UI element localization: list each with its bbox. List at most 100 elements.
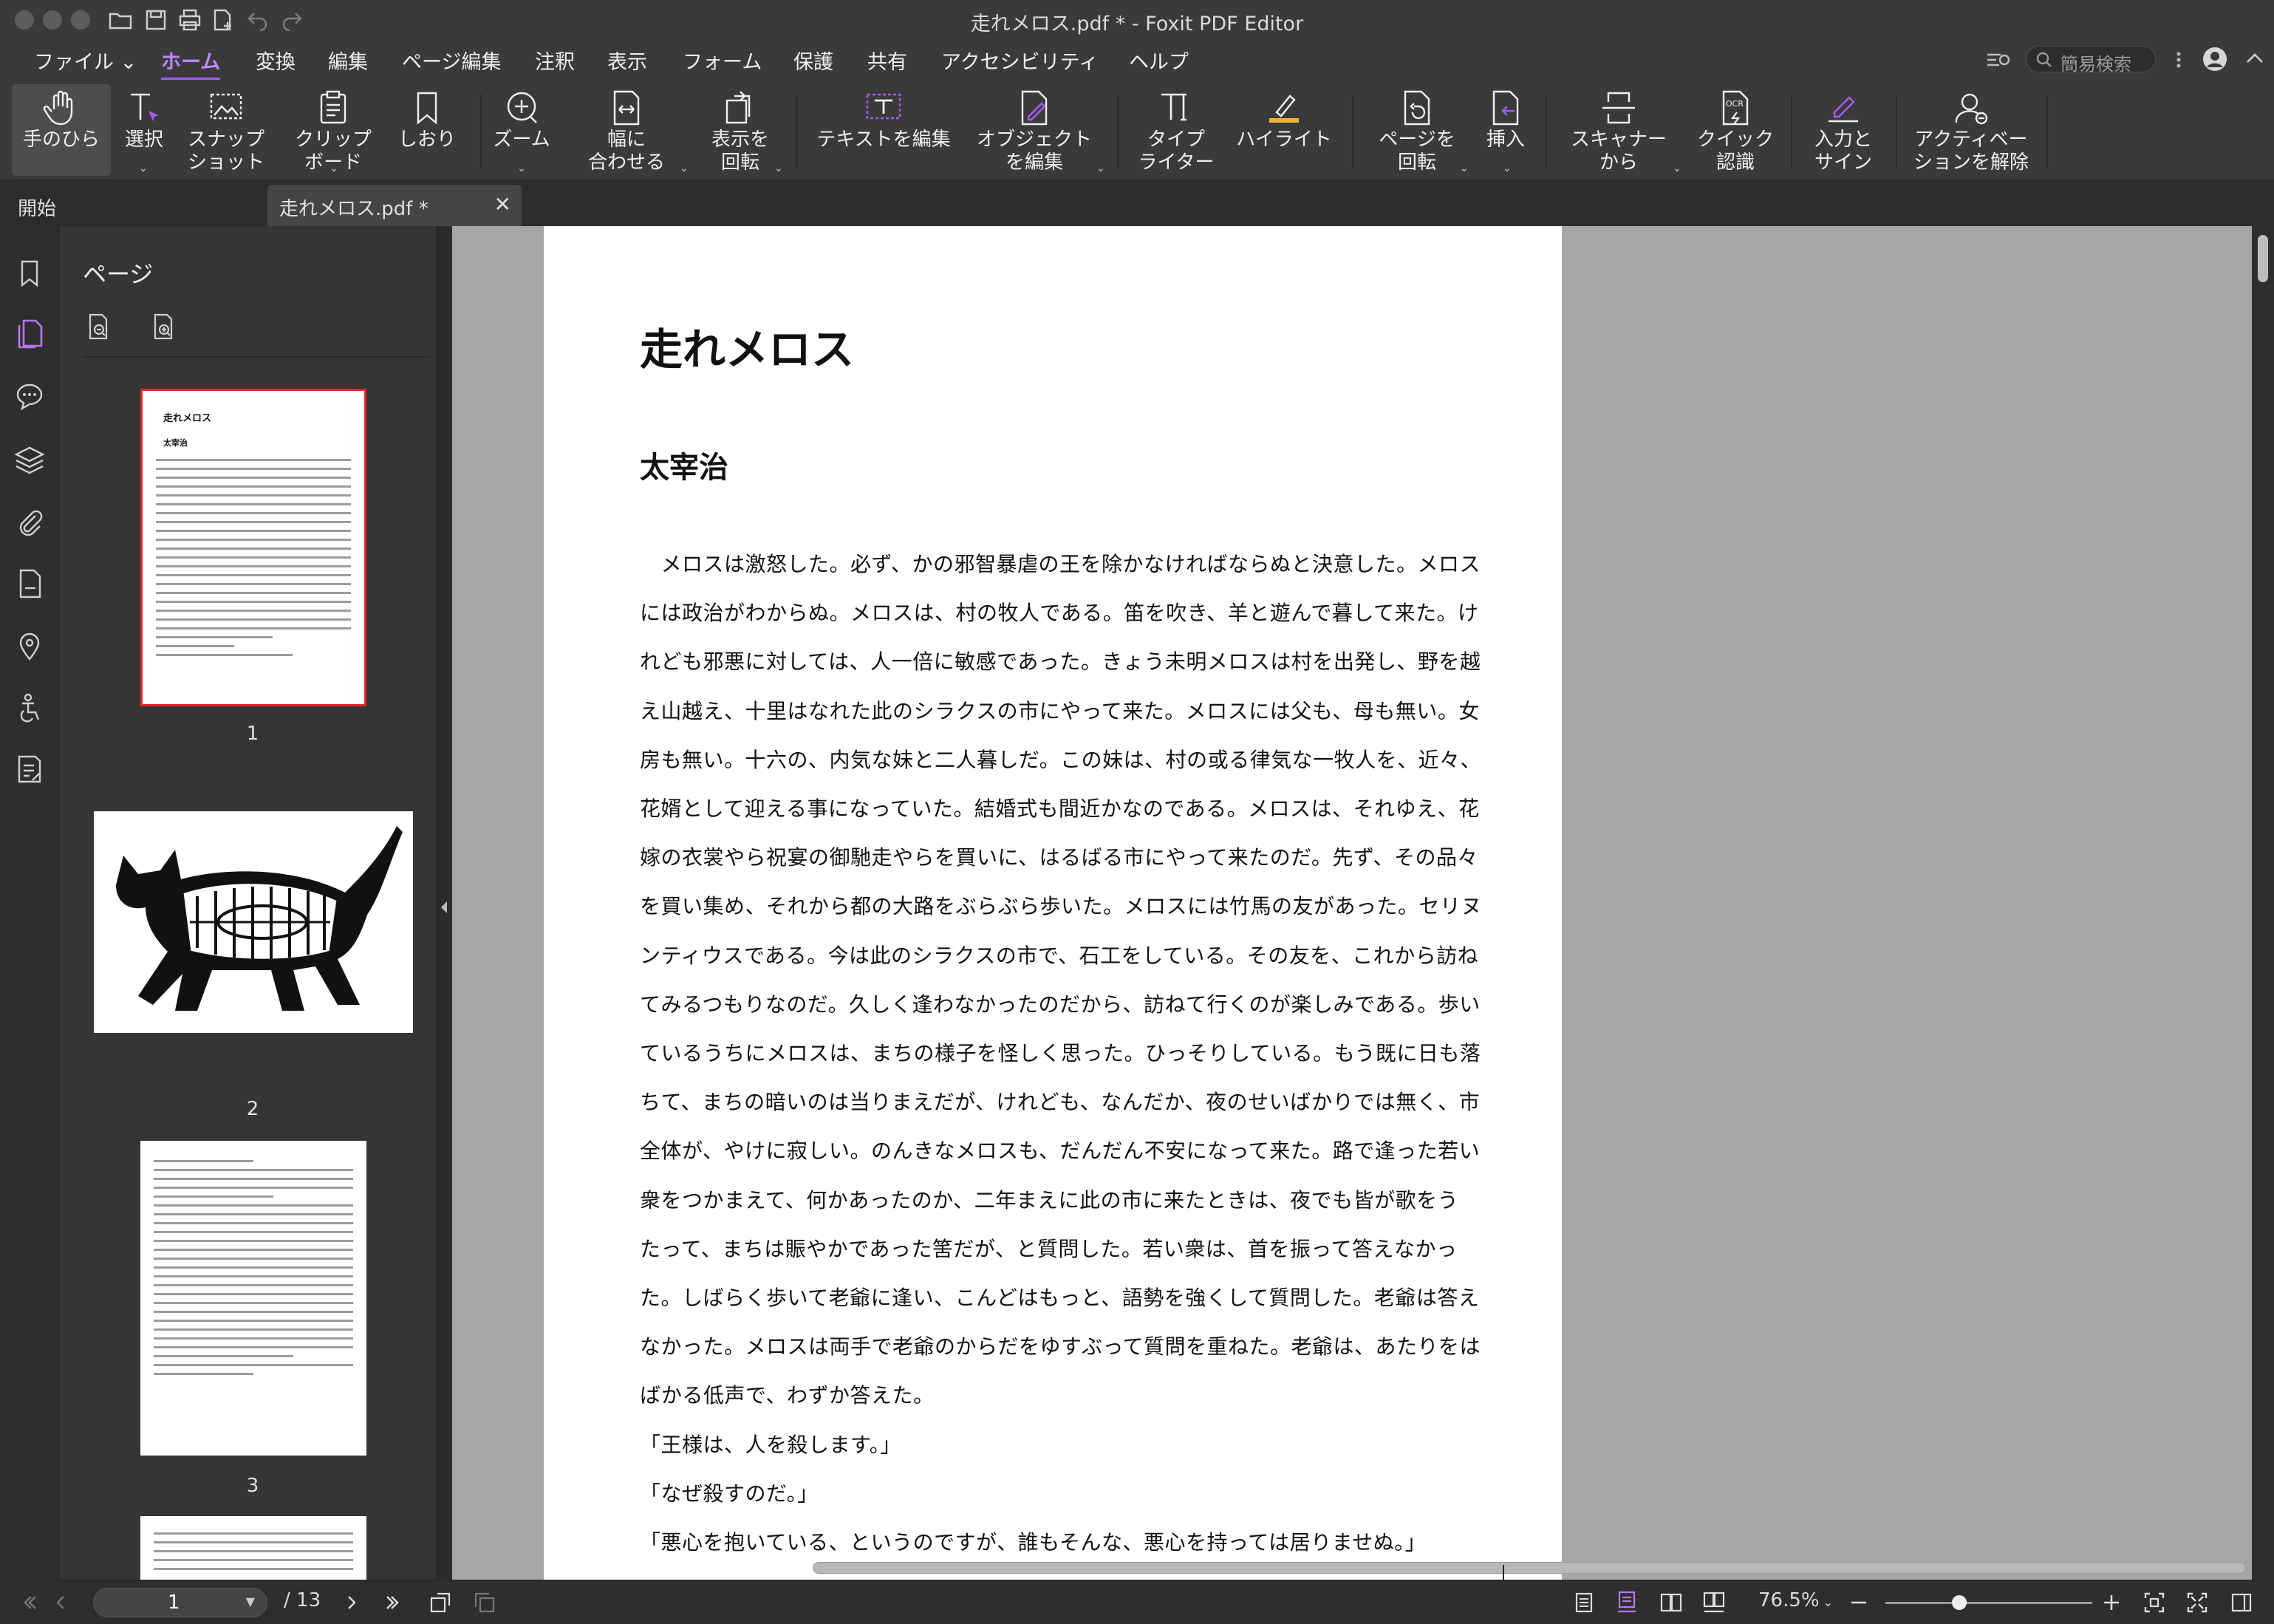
previous-view-icon[interactable]	[428, 1591, 452, 1614]
zoom-in-icon[interactable]	[2100, 1591, 2123, 1614]
fit-page-icon[interactable]	[2142, 1591, 2166, 1614]
deactivate-license-button[interactable]: アクティベー ションを解除	[1906, 84, 2036, 176]
location-pin-icon[interactable]	[13, 630, 46, 662]
ribbon-separator	[1791, 95, 1792, 168]
menu-file[interactable]: ファイル ⌄	[34, 46, 137, 75]
edit-text-button[interactable]: テキストを編集	[811, 84, 956, 176]
menu-convert[interactable]: 変換	[256, 46, 296, 75]
tab-start[interactable]: 開始	[0, 185, 266, 226]
tab-document[interactable]: 走れメロス.pdf * ✕	[267, 185, 522, 226]
snapshot-button[interactable]: スナップ ショット	[182, 84, 270, 176]
fill-sign-button[interactable]: 入力と サイン	[1803, 84, 1884, 176]
layers-panel-icon[interactable]	[13, 443, 46, 476]
zoom-out-thumbnails-icon[interactable]	[84, 312, 114, 341]
document-viewport[interactable]: 走れメロス 太宰治 メロスは激怒した。必ず、かの邪智暴虐の王を除かなければならぬ…	[452, 226, 2252, 1580]
rotate-page-button[interactable]: ページを 回転	[1373, 84, 1461, 176]
document-text-line: れども邪悪に対しては、人一倍に敏感であった。きょう未明メロスは村を出発し、野を越	[640, 649, 1481, 675]
quick-ocr-button[interactable]: OCR クイック 認識	[1693, 84, 1778, 176]
collapse-panel-icon[interactable]	[437, 893, 451, 922]
document-text-line: ているうちにメロスは、まちの様子を怪しく思った。ひっそりしている。もう既に日も落	[640, 1041, 1481, 1065]
ribbon-separator	[1352, 95, 1353, 168]
page-number-input[interactable]: 1 ▼	[93, 1588, 267, 1617]
rotate-view-button[interactable]: 表示を 回転	[699, 84, 782, 176]
ribbon-separator	[1546, 95, 1547, 168]
page-thumbnail-4[interactable]	[140, 1516, 366, 1580]
zoom-out-icon[interactable]	[1847, 1591, 1871, 1614]
menu-edit[interactable]: 編集	[328, 46, 368, 75]
chevron-down-icon[interactable]: ▼	[246, 1594, 255, 1608]
document-heading: 走れメロス	[640, 324, 855, 375]
navigation-rail	[0, 226, 59, 1580]
vertical-scrollbar[interactable]	[2252, 226, 2274, 1580]
highlight-button[interactable]: ハイライト	[1231, 84, 1337, 176]
continuous-facing-view-icon[interactable]	[1702, 1591, 1726, 1614]
thumbnail-label-3: 3	[246, 1475, 259, 1497]
continuous-view-icon[interactable]	[1615, 1591, 1639, 1614]
menu-view[interactable]: 表示	[607, 46, 647, 75]
total-pages: / 13	[284, 1589, 321, 1611]
document-text-line: た。しばらく歩いて老爺に逢い、こんどはもっと、語勢を強くして質問した。老爺は答え	[640, 1286, 1480, 1310]
panel-divider	[83, 356, 430, 358]
zoom-in-thumbnails-icon[interactable]	[149, 312, 179, 341]
menu-share[interactable]: 共有	[867, 46, 907, 75]
window-title: 走れメロス.pdf * - Foxit PDF Editor	[970, 13, 1304, 35]
first-page-icon[interactable]	[16, 1591, 40, 1614]
full-screen-icon[interactable]	[2185, 1591, 2209, 1614]
form-fields-icon[interactable]	[13, 754, 46, 786]
vertical-scrollbar-thumb[interactable]	[2258, 235, 2268, 282]
next-view-icon[interactable]	[473, 1591, 496, 1614]
last-page-icon[interactable]	[383, 1591, 406, 1614]
close-tab-icon[interactable]: ✕	[494, 192, 511, 216]
hand-tool-button[interactable]: 手のひら	[12, 84, 111, 176]
bookmarks-panel-icon[interactable]	[13, 257, 46, 290]
comments-panel-icon[interactable]	[13, 380, 46, 412]
search-options-icon[interactable]	[1984, 47, 2014, 72]
from-scanner-button[interactable]: スキャナー から	[1565, 84, 1673, 176]
thumbnail-author: 太宰治	[163, 438, 188, 448]
facing-view-icon[interactable]	[1659, 1591, 1683, 1614]
thumbnail-text-lines	[154, 1160, 353, 1382]
toggle-right-panel-icon[interactable]	[2230, 1591, 2253, 1614]
pdf-page[interactable]: 走れメロス 太宰治 メロスは激怒した。必ず、かの邪智暴虐の王を除かなければならぬ…	[544, 226, 1562, 1580]
status-bar: 1 ▼ / 13 76.5% ⌄	[0, 1580, 2274, 1624]
page-thumbnail-1[interactable]: 走れメロス 太宰治	[140, 389, 366, 706]
page-thumbnail-2[interactable]	[94, 811, 413, 1033]
rotate-view-icon	[725, 91, 751, 124]
single-page-view-icon[interactable]	[1572, 1591, 1596, 1614]
chevron-down-icon: ⌄	[114, 51, 137, 74]
bookmark-button[interactable]: しおり	[392, 84, 462, 176]
menu-home[interactable]: ホーム	[161, 46, 221, 81]
key-user-icon	[1955, 93, 1988, 125]
document-properties-icon[interactable]	[13, 567, 46, 600]
next-page-icon[interactable]	[340, 1591, 363, 1614]
pages-panel-icon[interactable]	[4, 310, 52, 358]
ribbon-separator	[1896, 95, 1897, 168]
edit-object-button[interactable]: オブジェクト を編集	[974, 84, 1095, 176]
edit-object-icon	[1021, 90, 1048, 126]
zoom-slider-handle[interactable]	[1952, 1595, 1967, 1610]
ribbon-separator	[2046, 95, 2048, 168]
user-avatar-icon[interactable]	[2202, 46, 2228, 72]
menu-protect[interactable]: 保護	[793, 46, 833, 75]
chevron-down-icon: ⌄	[1460, 163, 1469, 174]
menu-annotate[interactable]: 注釈	[535, 46, 575, 75]
accessibility-icon[interactable]	[13, 692, 46, 724]
typewriter-button[interactable]: タイプ ライター	[1130, 84, 1222, 176]
zoom-level[interactable]: 76.5% ⌄	[1758, 1589, 1833, 1611]
previous-page-icon[interactable]	[49, 1591, 72, 1614]
more-options-icon[interactable]	[2168, 49, 2190, 71]
document-text-line: 全体が、やけに寂しい。のんきなメロスも、だんだん不安になって来た。路で逢った若い	[640, 1139, 1481, 1164]
menu-form[interactable]: フォーム	[683, 46, 762, 75]
page-thumbnail-3[interactable]	[140, 1141, 366, 1456]
menu-page-edit[interactable]: ページ編集	[402, 46, 501, 75]
highlighter-icon	[1269, 95, 1299, 123]
svg-text:OCR: OCR	[1726, 99, 1744, 109]
horizontal-scrollbar[interactable]	[813, 1562, 2246, 1574]
menu-help[interactable]: ヘルプ	[1129, 46, 1189, 75]
collapse-ribbon-icon[interactable]	[2243, 47, 2267, 71]
attachments-panel-icon[interactable]	[13, 505, 46, 538]
zoom-slider[interactable]	[1885, 1602, 2092, 1604]
fit-width-button[interactable]: 幅に 合わせる	[567, 84, 686, 176]
menu-accessibility[interactable]: アクセシビリティ	[941, 46, 1099, 75]
quick-search-input[interactable]: 簡易検索	[2026, 46, 2156, 75]
